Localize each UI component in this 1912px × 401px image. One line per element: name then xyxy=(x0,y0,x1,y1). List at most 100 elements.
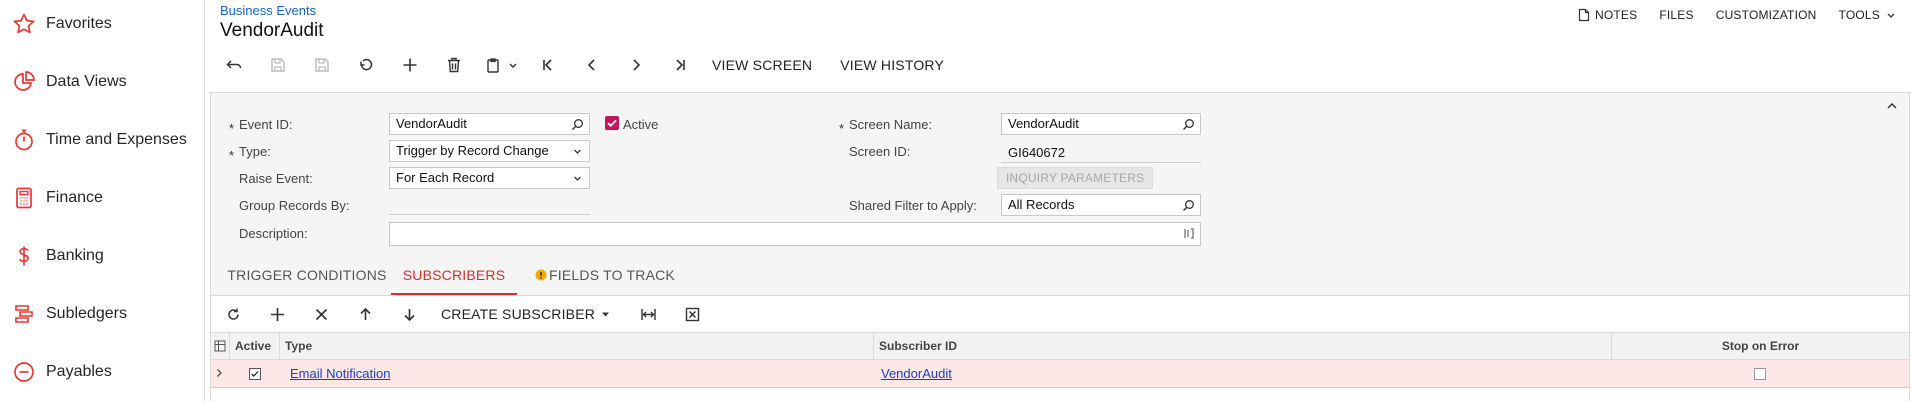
column-header-type[interactable]: Type xyxy=(279,333,873,360)
create-subscriber-label: CREATE SUBSCRIBER xyxy=(441,306,596,322)
tab-bar: TRIGGER CONDITIONS SUBSCRIBERS FIELDS TO… xyxy=(210,257,1910,296)
star-icon xyxy=(13,13,35,34)
sidebar: Favorites Data Views Time and Expenses F… xyxy=(0,0,205,401)
subscribers-grid: Active Type Subscriber ID Stop on Error … xyxy=(210,332,1910,401)
add-button[interactable] xyxy=(388,50,432,80)
create-subscriber-button[interactable]: CREATE SUBSCRIBER xyxy=(441,306,610,322)
row-subscriber-id-value: VendorAudit xyxy=(881,366,952,381)
chevron-up-icon[interactable] xyxy=(1885,99,1899,113)
active-label: Active xyxy=(623,117,659,132)
shared-filter-value: All Records xyxy=(1008,197,1075,212)
delete-row-button[interactable] xyxy=(299,299,343,329)
required-mark: * xyxy=(839,121,845,136)
plus-icon xyxy=(270,307,284,321)
save-and-close-button[interactable] xyxy=(256,50,300,80)
view-history-button[interactable]: VIEW HISTORY xyxy=(840,57,944,73)
screen-id-label: Screen ID: xyxy=(849,144,911,159)
back-button[interactable] xyxy=(212,50,256,80)
screen-name-value: VendorAudit xyxy=(1008,116,1079,131)
stopwatch-icon xyxy=(15,129,33,151)
refresh-icon xyxy=(227,308,239,320)
save-button[interactable] xyxy=(300,50,344,80)
check-icon xyxy=(607,119,617,128)
sidebar-item-banking[interactable]: Banking xyxy=(0,236,204,276)
group-records-field[interactable] xyxy=(389,214,590,215)
next-record-button[interactable] xyxy=(614,50,658,80)
search-icon[interactable] xyxy=(1182,199,1195,212)
sidebar-item-favorites[interactable]: Favorites xyxy=(0,4,204,44)
tab-label: TRIGGER CONDITIONS xyxy=(227,267,387,283)
column-header-stop-on-error[interactable]: Stop on Error xyxy=(1611,333,1909,360)
subscribers-toolbar: CREATE SUBSCRIBER xyxy=(210,296,1910,332)
sidebar-item-label: Finance xyxy=(46,189,103,206)
sidebar-item-label: Payables xyxy=(46,363,112,380)
sidebar-item-subledgers[interactable]: Subledgers xyxy=(0,294,204,334)
row-stop-on-error-checkbox[interactable] xyxy=(1754,368,1766,380)
row-subscriber-id-link[interactable]: VendorAudit xyxy=(873,360,1611,387)
chevron-right-icon[interactable] xyxy=(214,368,224,378)
move-up-button[interactable] xyxy=(343,299,387,329)
view-screen-button[interactable]: VIEW SCREEN xyxy=(712,57,812,73)
screen-id-value: GI640672 xyxy=(1008,145,1066,160)
group-records-label: Group Records By: xyxy=(239,198,350,213)
row-active-checkbox[interactable] xyxy=(249,368,261,380)
export-excel-button[interactable] xyxy=(670,299,714,329)
table-row[interactable]: Email Notification VendorAudit xyxy=(211,360,1909,388)
type-select[interactable]: Trigger by Record Change xyxy=(389,140,590,162)
shared-filter-field[interactable]: All Records xyxy=(1001,194,1201,216)
add-row-button[interactable] xyxy=(255,299,299,329)
text-edit-icon[interactable] xyxy=(1182,227,1195,240)
tab-trigger-conditions[interactable]: TRIGGER CONDITIONS xyxy=(221,257,393,295)
top-links: NOTES FILES CUSTOMIZATION TOOLS xyxy=(1555,8,1896,22)
last-record-button[interactable] xyxy=(658,50,702,80)
tools-menu[interactable]: TOOLS xyxy=(1839,8,1896,22)
active-checkbox[interactable] xyxy=(605,116,619,130)
excel-icon xyxy=(685,307,699,321)
sidebar-item-finance[interactable]: Finance xyxy=(0,178,204,218)
event-id-field[interactable]: VendorAudit xyxy=(389,113,590,135)
copy-paste-button[interactable] xyxy=(476,50,526,80)
rotate-back-icon xyxy=(360,58,373,71)
raise-event-select[interactable]: For Each Record xyxy=(389,167,590,189)
tab-fields-to-track[interactable]: FIELDS TO TRACK xyxy=(529,257,681,295)
tab-subscribers[interactable]: SUBSCRIBERS xyxy=(391,257,517,295)
summary-form: * Event ID: VendorAudit Active * Type: T… xyxy=(210,92,1910,258)
inquiry-parameters-button[interactable]: INQUIRY PARAMETERS xyxy=(997,167,1154,189)
chevron-down-icon xyxy=(509,63,517,68)
first-record-button[interactable] xyxy=(526,50,570,80)
screen-name-field[interactable]: VendorAudit xyxy=(1001,113,1201,135)
row-type-link[interactable]: Email Notification xyxy=(279,360,873,387)
type-value: Trigger by Record Change xyxy=(396,143,549,158)
screen-name-label: Screen Name: xyxy=(849,117,933,132)
column-header-subscriber-id[interactable]: Subscriber ID xyxy=(873,333,1611,360)
column-settings-icon[interactable] xyxy=(214,340,226,352)
delete-button[interactable] xyxy=(432,50,476,80)
chevron-right-icon xyxy=(633,59,641,71)
arrow-up-icon xyxy=(359,307,371,320)
notes-label: NOTES xyxy=(1595,8,1638,22)
cancel-button[interactable] xyxy=(344,50,388,80)
refresh-button[interactable] xyxy=(211,299,255,329)
description-field[interactable] xyxy=(389,222,1201,246)
fit-columns-button[interactable] xyxy=(626,299,670,329)
sidebar-item-time-and-expenses[interactable]: Time and Expenses xyxy=(0,120,204,160)
sidebar-item-data-views[interactable]: Data Views xyxy=(0,62,204,102)
raise-event-value: For Each Record xyxy=(396,170,495,185)
event-id-label: Event ID: xyxy=(239,117,293,132)
customization-link[interactable]: CUSTOMIZATION xyxy=(1716,8,1817,22)
chevron-down-icon xyxy=(574,149,581,154)
search-icon[interactable] xyxy=(1182,118,1195,131)
previous-record-button[interactable] xyxy=(570,50,614,80)
sidebar-item-payables[interactable]: Payables xyxy=(0,352,204,392)
plus-icon xyxy=(403,58,417,72)
files-link[interactable]: FILES xyxy=(1659,8,1693,22)
fit-width-icon xyxy=(640,308,656,320)
column-header-active[interactable]: Active xyxy=(229,333,279,360)
breadcrumb[interactable]: Business Events xyxy=(220,3,316,18)
tab-label: SUBSCRIBERS xyxy=(402,267,506,283)
search-icon[interactable] xyxy=(571,118,584,131)
close-icon xyxy=(315,308,327,320)
sidebar-item-label: Favorites xyxy=(46,15,112,32)
notes-link[interactable]: NOTES xyxy=(1577,8,1637,22)
move-down-button[interactable] xyxy=(387,299,431,329)
